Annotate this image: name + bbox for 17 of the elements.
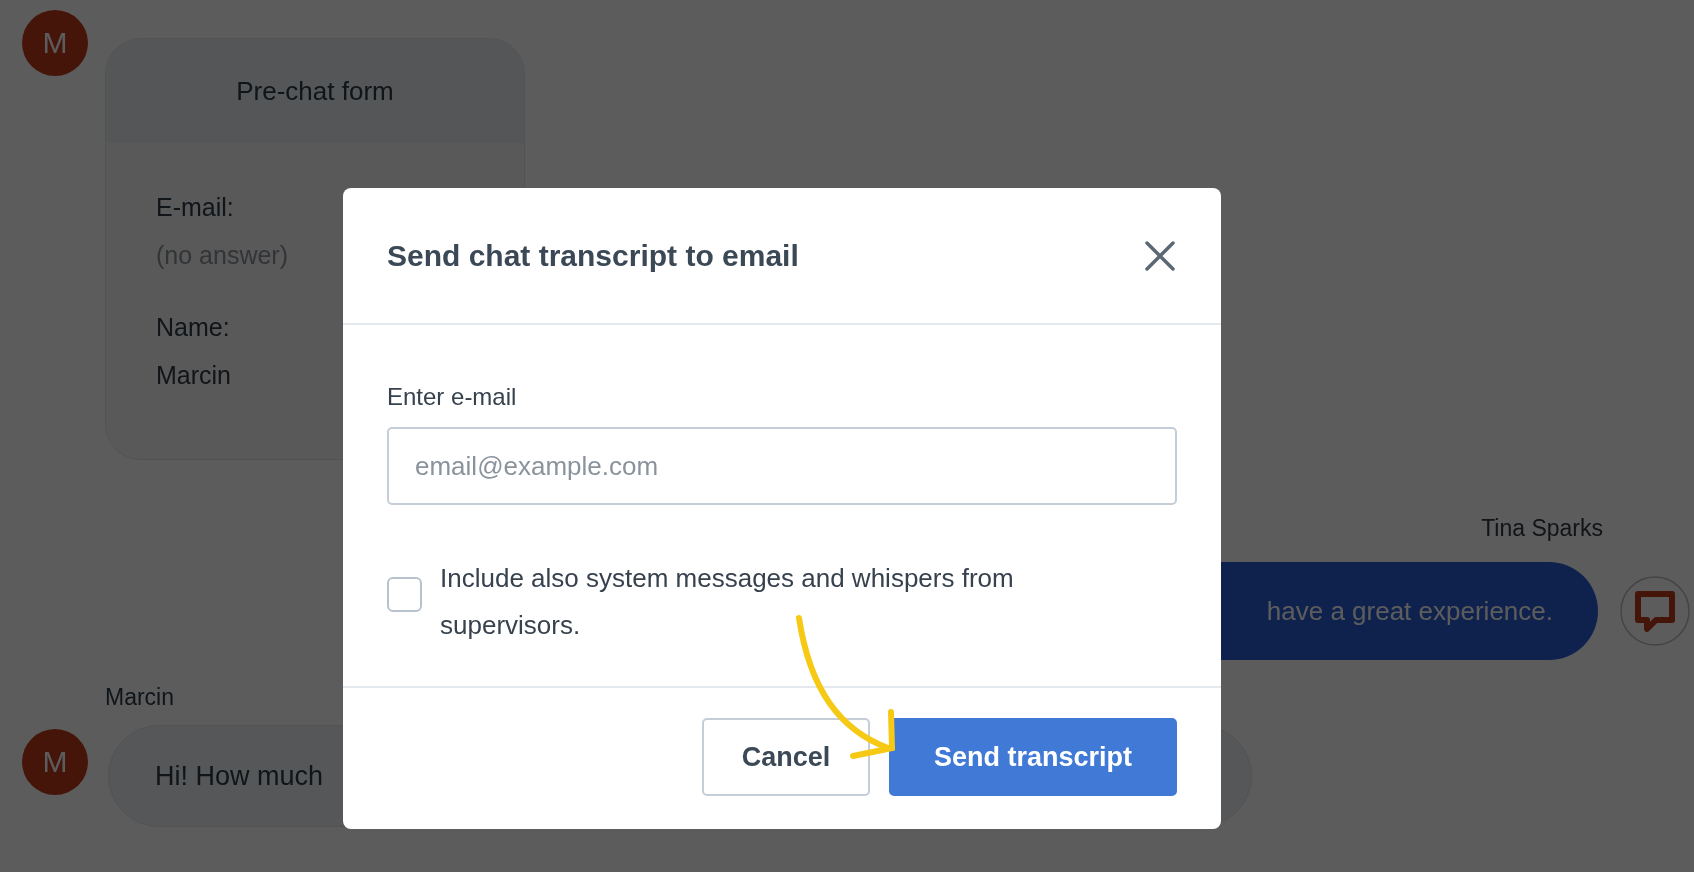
cancel-button[interactable]: Cancel (702, 718, 870, 796)
sender-name: Tina Sparks (1481, 515, 1603, 542)
email-field[interactable]: email@example.com (387, 427, 1177, 505)
send-button[interactable]: Send transcript (889, 718, 1177, 796)
avatar: M (22, 10, 88, 76)
dialog-title: Send chat transcript to email (387, 238, 799, 273)
card-title: Pre-chat form (106, 39, 524, 143)
checkbox-label: Include also system messages and whispers from supervisors. (440, 562, 1015, 642)
field-label: Name: (156, 312, 230, 343)
field-value: Marcin (156, 360, 231, 391)
sender-name: Marcin (105, 684, 174, 711)
close-icon[interactable] (1143, 238, 1177, 273)
avatar: M (22, 729, 88, 795)
field-label: E-mail: (156, 192, 234, 223)
chat-bubble-icon (1620, 576, 1690, 646)
checkbox[interactable] (387, 577, 422, 612)
field-label: Enter e-mail (387, 383, 518, 411)
